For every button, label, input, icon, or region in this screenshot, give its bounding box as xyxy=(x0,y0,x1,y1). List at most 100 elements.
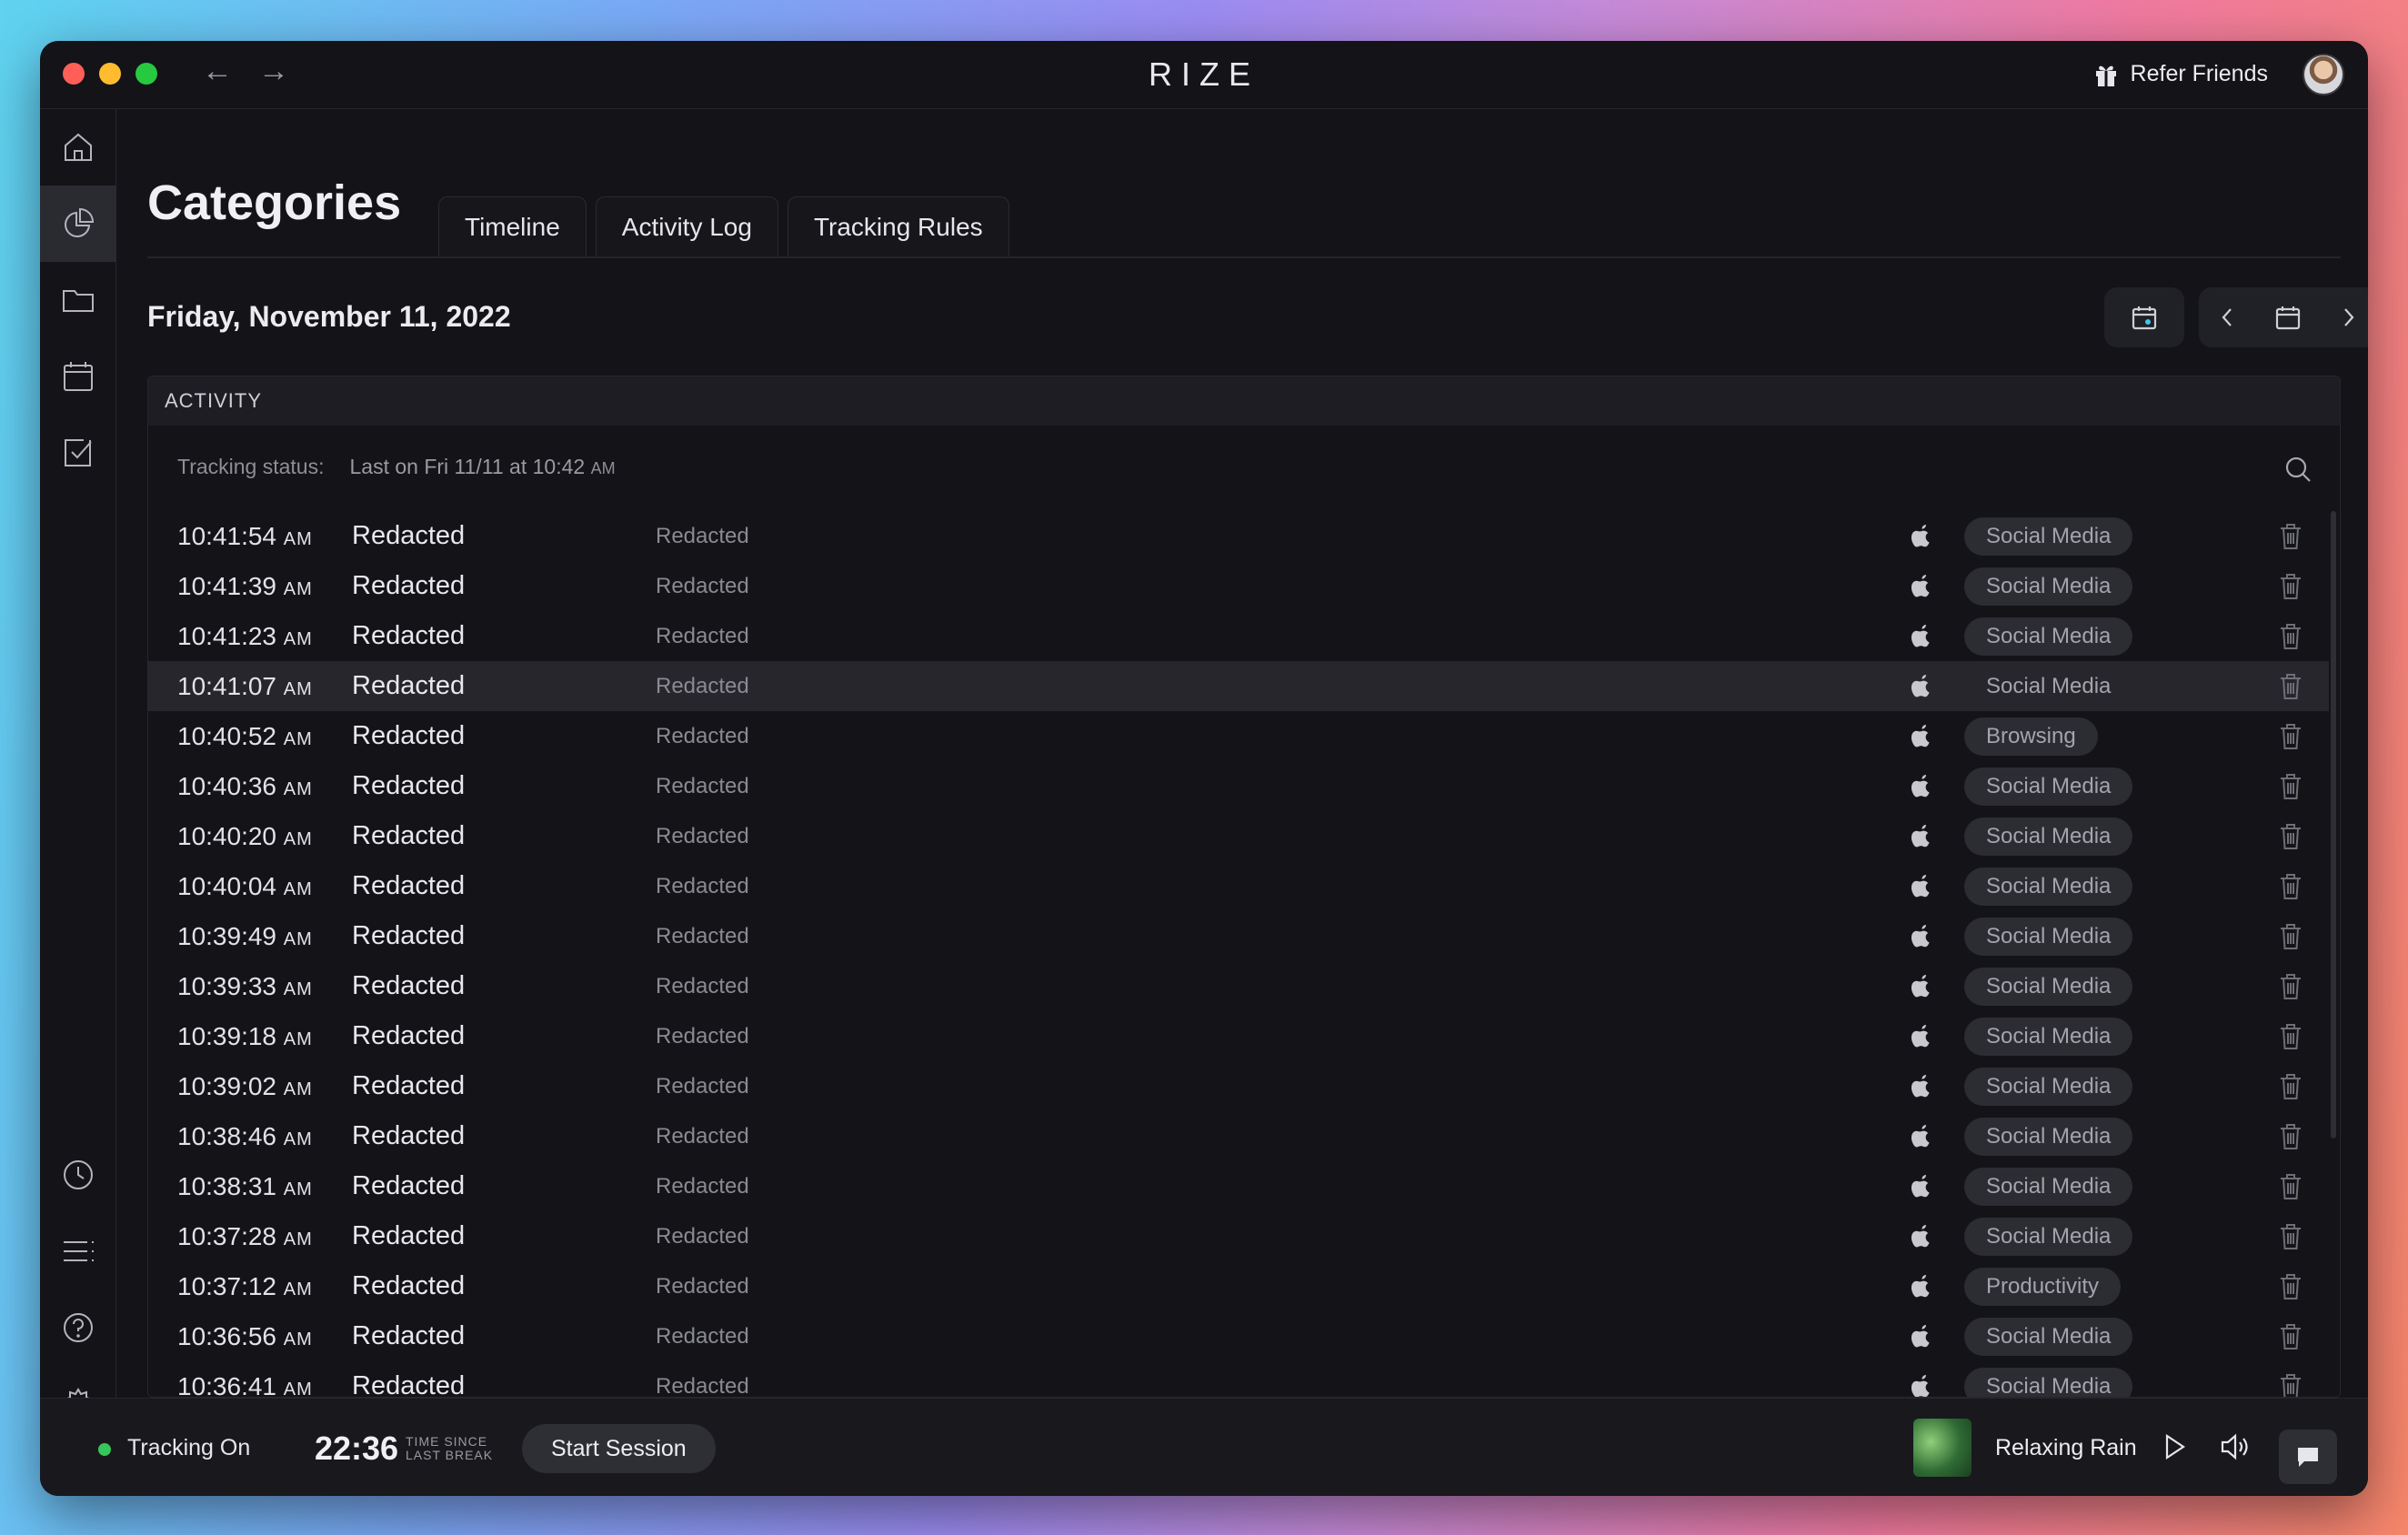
category-badge[interactable]: Social Media xyxy=(1964,667,2132,706)
sidebar-item-tasks[interactable] xyxy=(40,415,116,491)
play-icon[interactable] xyxy=(2161,1431,2188,1462)
search-icon[interactable] xyxy=(2283,455,2313,484)
row-time-value: 10:39:33 xyxy=(177,971,276,1000)
trash-icon[interactable] xyxy=(2278,1022,2303,1051)
start-session-button[interactable]: Start Session xyxy=(522,1424,716,1473)
tab-activity-log[interactable]: Activity Log xyxy=(595,196,778,257)
category-badge[interactable]: Social Media xyxy=(1964,1317,2133,1356)
sidebar-item-list[interactable] xyxy=(40,1213,116,1289)
apple-icon xyxy=(1909,773,1934,800)
tab-timeline[interactable]: Timeline xyxy=(438,196,587,257)
category-badge[interactable]: Social Media xyxy=(1964,1217,2133,1256)
table-row[interactable]: 10:37:12 AM Redacted Redacted Productivity xyxy=(148,1261,2329,1311)
table-row[interactable]: 10:41:54 AM Redacted Redacted Social Media xyxy=(148,511,2329,561)
row-time-value: 10:41:54 xyxy=(177,521,276,550)
chevron-left-icon[interactable] xyxy=(2217,305,2237,330)
category-badge[interactable]: Social Media xyxy=(1964,567,2133,606)
trash-icon[interactable] xyxy=(2278,1172,2303,1201)
category-badge[interactable]: Social Media xyxy=(1964,967,2133,1006)
sidebar-item-projects[interactable] xyxy=(40,262,116,338)
category-badge[interactable]: Social Media xyxy=(1964,617,2133,656)
table-row[interactable]: 10:37:28 AM Redacted Redacted Social Media xyxy=(148,1211,2329,1261)
category-badge[interactable]: Social Media xyxy=(1964,1167,2133,1206)
sidebar-item-calendar[interactable] xyxy=(40,338,116,415)
trash-icon[interactable] xyxy=(2278,772,2303,801)
table-row[interactable]: 10:36:56 AM Redacted Redacted Social Media xyxy=(148,1311,2329,1361)
trash-icon[interactable] xyxy=(2278,1222,2303,1251)
category-badge[interactable]: Browsing xyxy=(1964,717,2098,756)
category-badge[interactable]: Social Media xyxy=(1964,917,2133,956)
trash-icon[interactable] xyxy=(2278,1122,2303,1151)
trash-icon[interactable] xyxy=(2278,1272,2303,1301)
sidebar-item-history[interactable] xyxy=(40,1137,116,1213)
table-row[interactable]: 10:36:41 AM Redacted Redacted Social Media xyxy=(148,1361,2329,1397)
trash-icon[interactable] xyxy=(2278,1372,2303,1397)
refer-friends-label: Refer Friends xyxy=(2130,61,2268,86)
row-title: Redacted xyxy=(352,821,466,850)
table-row[interactable]: 10:38:31 AM Redacted Redacted Social Media xyxy=(148,1161,2329,1211)
category-badge[interactable]: Productivity xyxy=(1964,1267,2122,1306)
table-row[interactable]: 10:41:39 AM Redacted Redacted Social Media xyxy=(148,561,2329,611)
table-row[interactable]: 10:39:02 AM Redacted Redacted Social Media xyxy=(148,1061,2329,1111)
table-row[interactable]: 10:39:33 AM Redacted Redacted Social Media xyxy=(148,961,2329,1011)
category-badge[interactable]: Social Media xyxy=(1964,867,2133,906)
table-row[interactable]: 10:40:36 AM Redacted Redacted Social Media xyxy=(148,761,2329,811)
table-row[interactable]: 10:39:18 AM Redacted Redacted Social Media xyxy=(148,1011,2329,1061)
calendar-picker-icon[interactable] xyxy=(2274,304,2302,331)
trash-icon[interactable] xyxy=(2278,1072,2303,1101)
trash-icon[interactable] xyxy=(2278,972,2303,1001)
tracking-on-toggle[interactable]: Tracking On xyxy=(127,1435,250,1461)
trash-icon[interactable] xyxy=(2278,572,2303,601)
row-subtitle: Redacted xyxy=(656,673,749,698)
row-time: 10:41:54 AM xyxy=(177,522,313,551)
chevron-right-icon[interactable] xyxy=(2339,305,2359,330)
table-row[interactable]: 10:38:46 AM Redacted Redacted Social Media xyxy=(148,1111,2329,1161)
sidebar-item-categories[interactable] xyxy=(40,186,116,262)
table-row[interactable]: 10:40:04 AM Redacted Redacted Social Media xyxy=(148,861,2329,911)
row-title: Redacted xyxy=(352,871,466,900)
trash-icon[interactable] xyxy=(2278,922,2303,951)
trash-icon[interactable] xyxy=(2278,722,2303,751)
trash-icon[interactable] xyxy=(2278,622,2303,651)
table-row[interactable]: 10:41:07 AM Redacted Redacted Social Media xyxy=(148,661,2329,711)
row-subtitle: Redacted xyxy=(656,723,749,748)
category-badge[interactable]: Social Media xyxy=(1964,517,2133,556)
category-badge[interactable]: Social Media xyxy=(1964,817,2133,856)
chat-button[interactable] xyxy=(2279,1430,2337,1484)
music-title: Relaxing Rain xyxy=(1995,1435,2137,1460)
row-title: Redacted xyxy=(352,1171,466,1200)
table-row[interactable]: 10:41:23 AM Redacted Redacted Social Media xyxy=(148,611,2329,661)
apple-icon xyxy=(1909,1023,1934,1050)
table-row[interactable]: 10:40:20 AM Redacted Redacted Social Media xyxy=(148,811,2329,861)
category-badge[interactable]: Social Media xyxy=(1964,1367,2133,1397)
category-badge[interactable]: Social Media xyxy=(1964,1017,2133,1056)
sidebar-item-help[interactable] xyxy=(40,1289,116,1366)
tab-tracking-rules[interactable]: Tracking Rules xyxy=(787,196,1009,257)
trash-icon[interactable] xyxy=(2278,872,2303,901)
user-avatar[interactable] xyxy=(2303,54,2344,95)
scrollbar[interactable] xyxy=(2331,511,2336,1139)
volume-icon[interactable] xyxy=(2219,1431,2252,1462)
apple-icon xyxy=(1909,1173,1934,1200)
row-time-ampm: AM xyxy=(283,1329,313,1349)
today-button[interactable] xyxy=(2104,287,2184,347)
category-badge[interactable]: Social Media xyxy=(1964,1067,2133,1106)
trash-icon[interactable] xyxy=(2278,522,2303,551)
category-badge[interactable]: Social Media xyxy=(1964,1117,2133,1156)
category-badge[interactable]: Social Media xyxy=(1964,767,2133,806)
trash-icon[interactable] xyxy=(2278,1322,2303,1351)
trash-icon[interactable] xyxy=(2278,672,2303,701)
row-time-ampm: AM xyxy=(283,978,313,999)
row-subtitle: Redacted xyxy=(656,1123,749,1149)
page-title: Categories xyxy=(147,176,402,230)
sidebar-item-home[interactable] xyxy=(40,109,116,186)
table-row[interactable]: 10:39:49 AM Redacted Redacted Social Media xyxy=(148,911,2329,961)
row-time: 10:39:02 AM xyxy=(177,1072,313,1101)
row-title: Redacted xyxy=(352,771,466,800)
refer-friends-button[interactable]: Refer Friends xyxy=(2094,61,2268,87)
row-time-ampm: AM xyxy=(283,678,313,699)
trash-icon[interactable] xyxy=(2278,822,2303,851)
row-title: Redacted xyxy=(352,671,466,700)
table-row[interactable]: 10:40:52 AM Redacted Redacted Browsing xyxy=(148,711,2329,761)
current-date: Friday, November 11, 2022 xyxy=(147,300,511,333)
